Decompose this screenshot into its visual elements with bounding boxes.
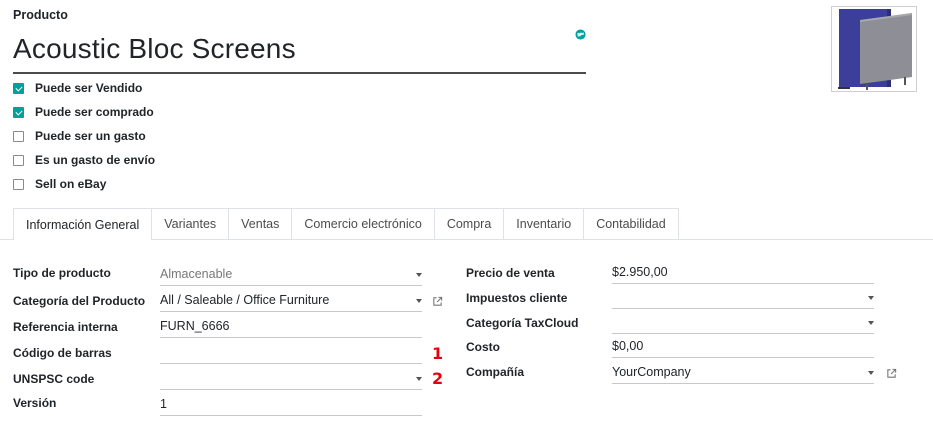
tab-inventory[interactable]: Inventario: [503, 208, 585, 239]
taxcloud-category-label: Categoría TaxCloud: [466, 316, 579, 330]
option-label: Es un gasto de envío: [35, 153, 156, 167]
caret-down-icon: [868, 371, 874, 375]
checkbox-icon[interactable]: [13, 154, 24, 166]
product-type-label: Tipo de producto: [13, 266, 111, 280]
option-label: Puede ser un gasto: [35, 129, 146, 143]
product-type-select[interactable]: Almacenable: [160, 265, 422, 286]
version-label: Versión: [13, 396, 57, 410]
option-sell-on-ebay[interactable]: Sell on eBay: [13, 176, 106, 192]
company-label: Compañía: [466, 365, 525, 379]
product-image[interactable]: [831, 6, 917, 92]
external-link-icon[interactable]: [886, 368, 897, 379]
option-can-be-purchased[interactable]: Puede ser comprado: [13, 104, 154, 120]
unspsc-code-select[interactable]: [160, 369, 422, 390]
product-category-value: All / Saleable / Office Furniture: [160, 293, 330, 307]
unspsc-code-label: UNSPSC code: [13, 372, 95, 386]
barcode-label: Código de barras: [13, 346, 112, 360]
option-label: Sell on eBay: [35, 177, 107, 191]
checkbox-checked-icon[interactable]: [13, 106, 24, 118]
annotation-1: 1: [432, 344, 444, 363]
caret-down-icon: [416, 273, 422, 277]
annotation-2: 2: [432, 369, 444, 388]
acoustic-screen-image: [838, 9, 912, 90]
taxcloud-category-select[interactable]: [612, 313, 874, 334]
barcode-input[interactable]: [160, 343, 422, 364]
product-type-value: Almacenable: [160, 267, 233, 281]
tab-purchase[interactable]: Compra: [433, 208, 505, 239]
notebook-tabs: Información General Variantes Ventas Com…: [13, 208, 679, 240]
customer-taxes-label: Impuestos cliente: [466, 291, 568, 305]
caret-down-icon: [868, 321, 874, 325]
checkbox-checked-icon[interactable]: [13, 82, 24, 94]
option-label: Puede ser comprado: [35, 105, 154, 119]
company-value: YourCompany: [612, 365, 691, 379]
customer-taxes-select[interactable]: [612, 288, 874, 309]
option-label: Puede ser Vendido: [35, 81, 143, 95]
option-can-be-expensed[interactable]: Puede ser un gasto: [13, 128, 146, 144]
cost-input[interactable]: $0,00: [612, 337, 874, 358]
tab-accounting[interactable]: Contabilidad: [583, 208, 679, 239]
caret-down-icon: [868, 296, 874, 300]
checkbox-icon[interactable]: [13, 178, 24, 190]
tab-sales[interactable]: Ventas: [228, 208, 293, 239]
tab-ecommerce[interactable]: Comercio electrónico: [291, 208, 435, 239]
sale-price-label: Precio de venta: [466, 266, 555, 280]
option-shipping-cost[interactable]: Es un gasto de envío: [13, 152, 155, 168]
external-link-icon[interactable]: [432, 296, 443, 307]
product-name-field[interactable]: Acoustic Bloc Screens: [13, 30, 586, 74]
caret-down-icon: [416, 299, 422, 303]
caret-down-icon: [416, 377, 422, 381]
sale-price-input[interactable]: $2.950,00: [612, 263, 874, 284]
product-category-select[interactable]: All / Saleable / Office Furniture: [160, 291, 422, 312]
tab-general-information[interactable]: Información General: [13, 208, 153, 240]
company-select[interactable]: YourCompany: [612, 363, 874, 384]
product-label: Producto: [13, 8, 68, 22]
tab-variants[interactable]: Variantes: [151, 208, 230, 239]
globe-icon[interactable]: [575, 29, 586, 40]
internal-reference-label: Referencia interna: [13, 320, 118, 334]
product-category-label: Categoría del Producto: [13, 294, 146, 308]
internal-reference-input[interactable]: FURN_6666: [160, 317, 422, 338]
checkbox-icon[interactable]: [13, 130, 24, 142]
version-input[interactable]: 1: [160, 395, 422, 416]
cost-label: Costo: [466, 340, 500, 354]
option-can-be-sold[interactable]: Puede ser Vendido: [13, 80, 142, 96]
